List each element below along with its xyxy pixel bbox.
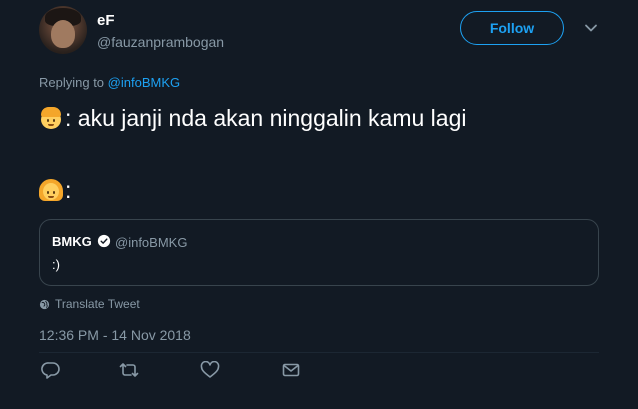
quoted-tweet-handle[interactable]: @infoBMKG [115,235,187,250]
avatar-face [51,20,75,48]
tweet-card: eF @fauzanprambogan Follow Replying to @… [0,0,638,409]
tweet-line-2-text: : [65,177,72,203]
quoted-tweet-name[interactable]: BMKG [52,234,92,249]
translate-label[interactable]: Translate Tweet [55,297,140,311]
follow-button[interactable]: Follow [460,11,564,45]
retweet-icon[interactable] [119,361,139,379]
heart-icon[interactable] [200,361,220,379]
avatar[interactable] [39,6,87,54]
tweet-line-2: : [39,172,467,208]
quoted-tweet-text: :) [52,257,60,272]
replying-to-mention[interactable]: @infoBMKG [108,75,180,90]
tweet-line-1-text: : aku janji nda akan ninggalin kamu lagi [65,105,467,131]
man-emoji-icon [39,106,63,130]
replying-to: Replying to @infoBMKG [39,75,180,90]
tweet-timestamp[interactable]: 12:36 PM - 14 Nov 2018 [39,327,191,343]
translate-tweet-link[interactable]: Translate Tweet [39,297,140,311]
tweet-line-1: : aku janji nda akan ninggalin kamu lagi [39,100,467,136]
verified-badge-icon [97,234,111,248]
envelope-icon[interactable] [281,361,301,379]
globe-icon [39,299,50,309]
woman-emoji-icon [39,178,63,202]
display-name[interactable]: eF [97,12,115,29]
reply-icon[interactable] [41,361,61,379]
quoted-tweet[interactable]: BMKG @infoBMKG :) [39,219,599,286]
replying-to-label: Replying to [39,75,105,90]
divider [39,352,599,353]
user-handle[interactable]: @fauzanprambogan [97,34,224,50]
chevron-down-icon[interactable] [583,20,599,36]
tweet-text: : aku janji nda akan ninggalin kamu lagi… [39,100,467,208]
